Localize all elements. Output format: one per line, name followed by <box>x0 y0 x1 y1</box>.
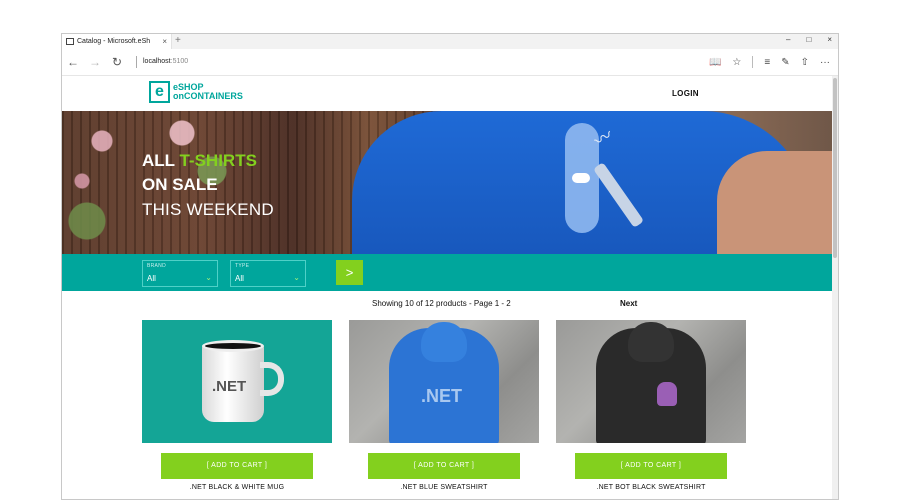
product-card: .NET [ ADD TO CART ] .NET BLACK & WHITE … <box>142 320 332 491</box>
brand-filter-label: BRAND <box>147 263 167 269</box>
product-image[interactable] <box>556 320 746 443</box>
tab-title: Catalog - Microsoft.eSh <box>77 38 151 45</box>
site-header: e eSHOP onCONTAINERS LOGIN <box>62 76 834 111</box>
url-host: localhost <box>143 58 171 65</box>
apply-filter-button[interactable]: > <box>336 260 363 285</box>
hoodie-hood <box>421 322 467 362</box>
chevron-down-icon: ⌄ <box>293 273 300 282</box>
tab-page-icon <box>66 38 74 45</box>
cloud-icon <box>572 173 590 183</box>
title-bar: Catalog - Microsoft.eSh × + – □ × <box>62 34 838 49</box>
share-icon[interactable]: ⇧ <box>801 57 809 68</box>
close-window-button[interactable]: × <box>827 35 832 44</box>
browser-window: Catalog - Microsoft.eSh × + – □ × ← → ↻ … <box>61 33 839 500</box>
maximize-button[interactable]: □ <box>806 35 811 44</box>
minimize-button[interactable]: – <box>786 35 790 44</box>
brand-filter-value: All <box>147 274 156 283</box>
logo-text: eSHOP onCONTAINERS <box>173 83 243 101</box>
more-icon[interactable]: ··· <box>820 57 830 68</box>
hoodie-hood <box>628 322 674 362</box>
product-name: .NET BLUE SWEATSHIRT <box>400 484 488 491</box>
add-to-cart-button[interactable]: [ ADD TO CART ] <box>575 453 727 479</box>
new-tab-button[interactable]: + <box>175 35 181 46</box>
favorite-star-icon[interactable]: ☆ <box>732 57 741 68</box>
hero-headline: ALL T-SHIRTS ON SALE THIS WEEKEND <box>142 149 274 223</box>
back-icon[interactable]: ← <box>62 55 84 69</box>
login-link[interactable]: LOGIN <box>672 89 699 98</box>
mug-handle <box>260 362 284 396</box>
address-bar: ← → ↻ localhost:5100 📖 ☆ ≡ ✎ ⇧ ··· <box>62 49 838 76</box>
pager-summary: Showing 10 of 12 products - Page 1 - 2 <box>372 299 511 308</box>
product-image[interactable]: .NET <box>142 320 332 443</box>
arm-image <box>717 151 834 254</box>
forward-icon[interactable]: → <box>84 55 106 69</box>
hero-line-3: THIS WEEKEND <box>142 200 274 219</box>
scrollbar-thumb[interactable] <box>833 78 837 258</box>
add-to-cart-button[interactable]: [ ADD TO CART ] <box>161 453 313 479</box>
tab-close-icon[interactable]: × <box>162 37 167 46</box>
web-note-icon[interactable]: ✎ <box>781 57 789 68</box>
eshop-logo[interactable]: e eSHOP onCONTAINERS <box>149 81 243 103</box>
brand-filter-select[interactable]: BRAND All ⌄ <box>142 260 218 287</box>
product-image[interactable]: .NET <box>349 320 539 443</box>
window-controls: – □ × <box>786 35 832 44</box>
logo-line-2: onCONTAINERS <box>173 91 243 101</box>
url-port: :5100 <box>170 58 189 65</box>
hoodie-print: .NET <box>421 386 463 406</box>
reading-view-icon[interactable]: 📖 <box>709 57 721 68</box>
type-filter-value: All <box>235 274 244 283</box>
browser-toolbar: 📖 ☆ ≡ ✎ ⇧ ··· <box>709 56 830 68</box>
browser-tab[interactable]: Catalog - Microsoft.eSh × <box>62 34 172 49</box>
type-filter-label: TYPE <box>235 263 250 269</box>
hero-line-1-start: ALL <box>142 151 180 170</box>
url-field[interactable]: localhost:5100 <box>136 56 188 68</box>
hub-icon[interactable]: ≡ <box>764 57 770 68</box>
product-name: .NET BLACK & WHITE MUG <box>189 484 285 491</box>
hero-line-1: ALL T-SHIRTS <box>142 149 274 173</box>
pager: Showing 10 of 12 products - Page 1 - 2 N… <box>62 297 834 311</box>
mug-rim <box>202 340 264 352</box>
type-filter-select[interactable]: TYPE All ⌄ <box>230 260 306 287</box>
chevron-down-icon: ⌄ <box>205 273 212 282</box>
hero-line-1-accent: T-SHIRTS <box>179 151 257 170</box>
hero-banner: 〰 ALL T-SHIRTS ON SALE THIS WEEKEND <box>62 111 834 254</box>
product-card: .NET [ ADD TO CART ] .NET BLUE SWEATSHIR… <box>349 320 539 491</box>
logo-mark: e <box>149 81 170 103</box>
product-card: [ ADD TO CART ] .NET BOT BLACK SWEATSHIR… <box>556 320 746 491</box>
toolbar-divider <box>752 56 754 68</box>
dotnet-bot-icon <box>657 382 677 406</box>
web-page: e eSHOP onCONTAINERS LOGIN 〰 ALL T-SHIRT… <box>62 76 834 499</box>
mug-print: .NET <box>212 378 247 395</box>
add-to-cart-button[interactable]: [ ADD TO CART ] <box>368 453 520 479</box>
next-page-link[interactable]: Next <box>620 299 637 308</box>
product-name: .NET BOT BLACK SWEATSHIRT <box>596 484 706 491</box>
hero-line-2: ON SALE <box>142 175 218 194</box>
refresh-icon[interactable]: ↻ <box>106 55 128 69</box>
filter-bar: BRAND All ⌄ TYPE All ⌄ > <box>62 254 834 291</box>
